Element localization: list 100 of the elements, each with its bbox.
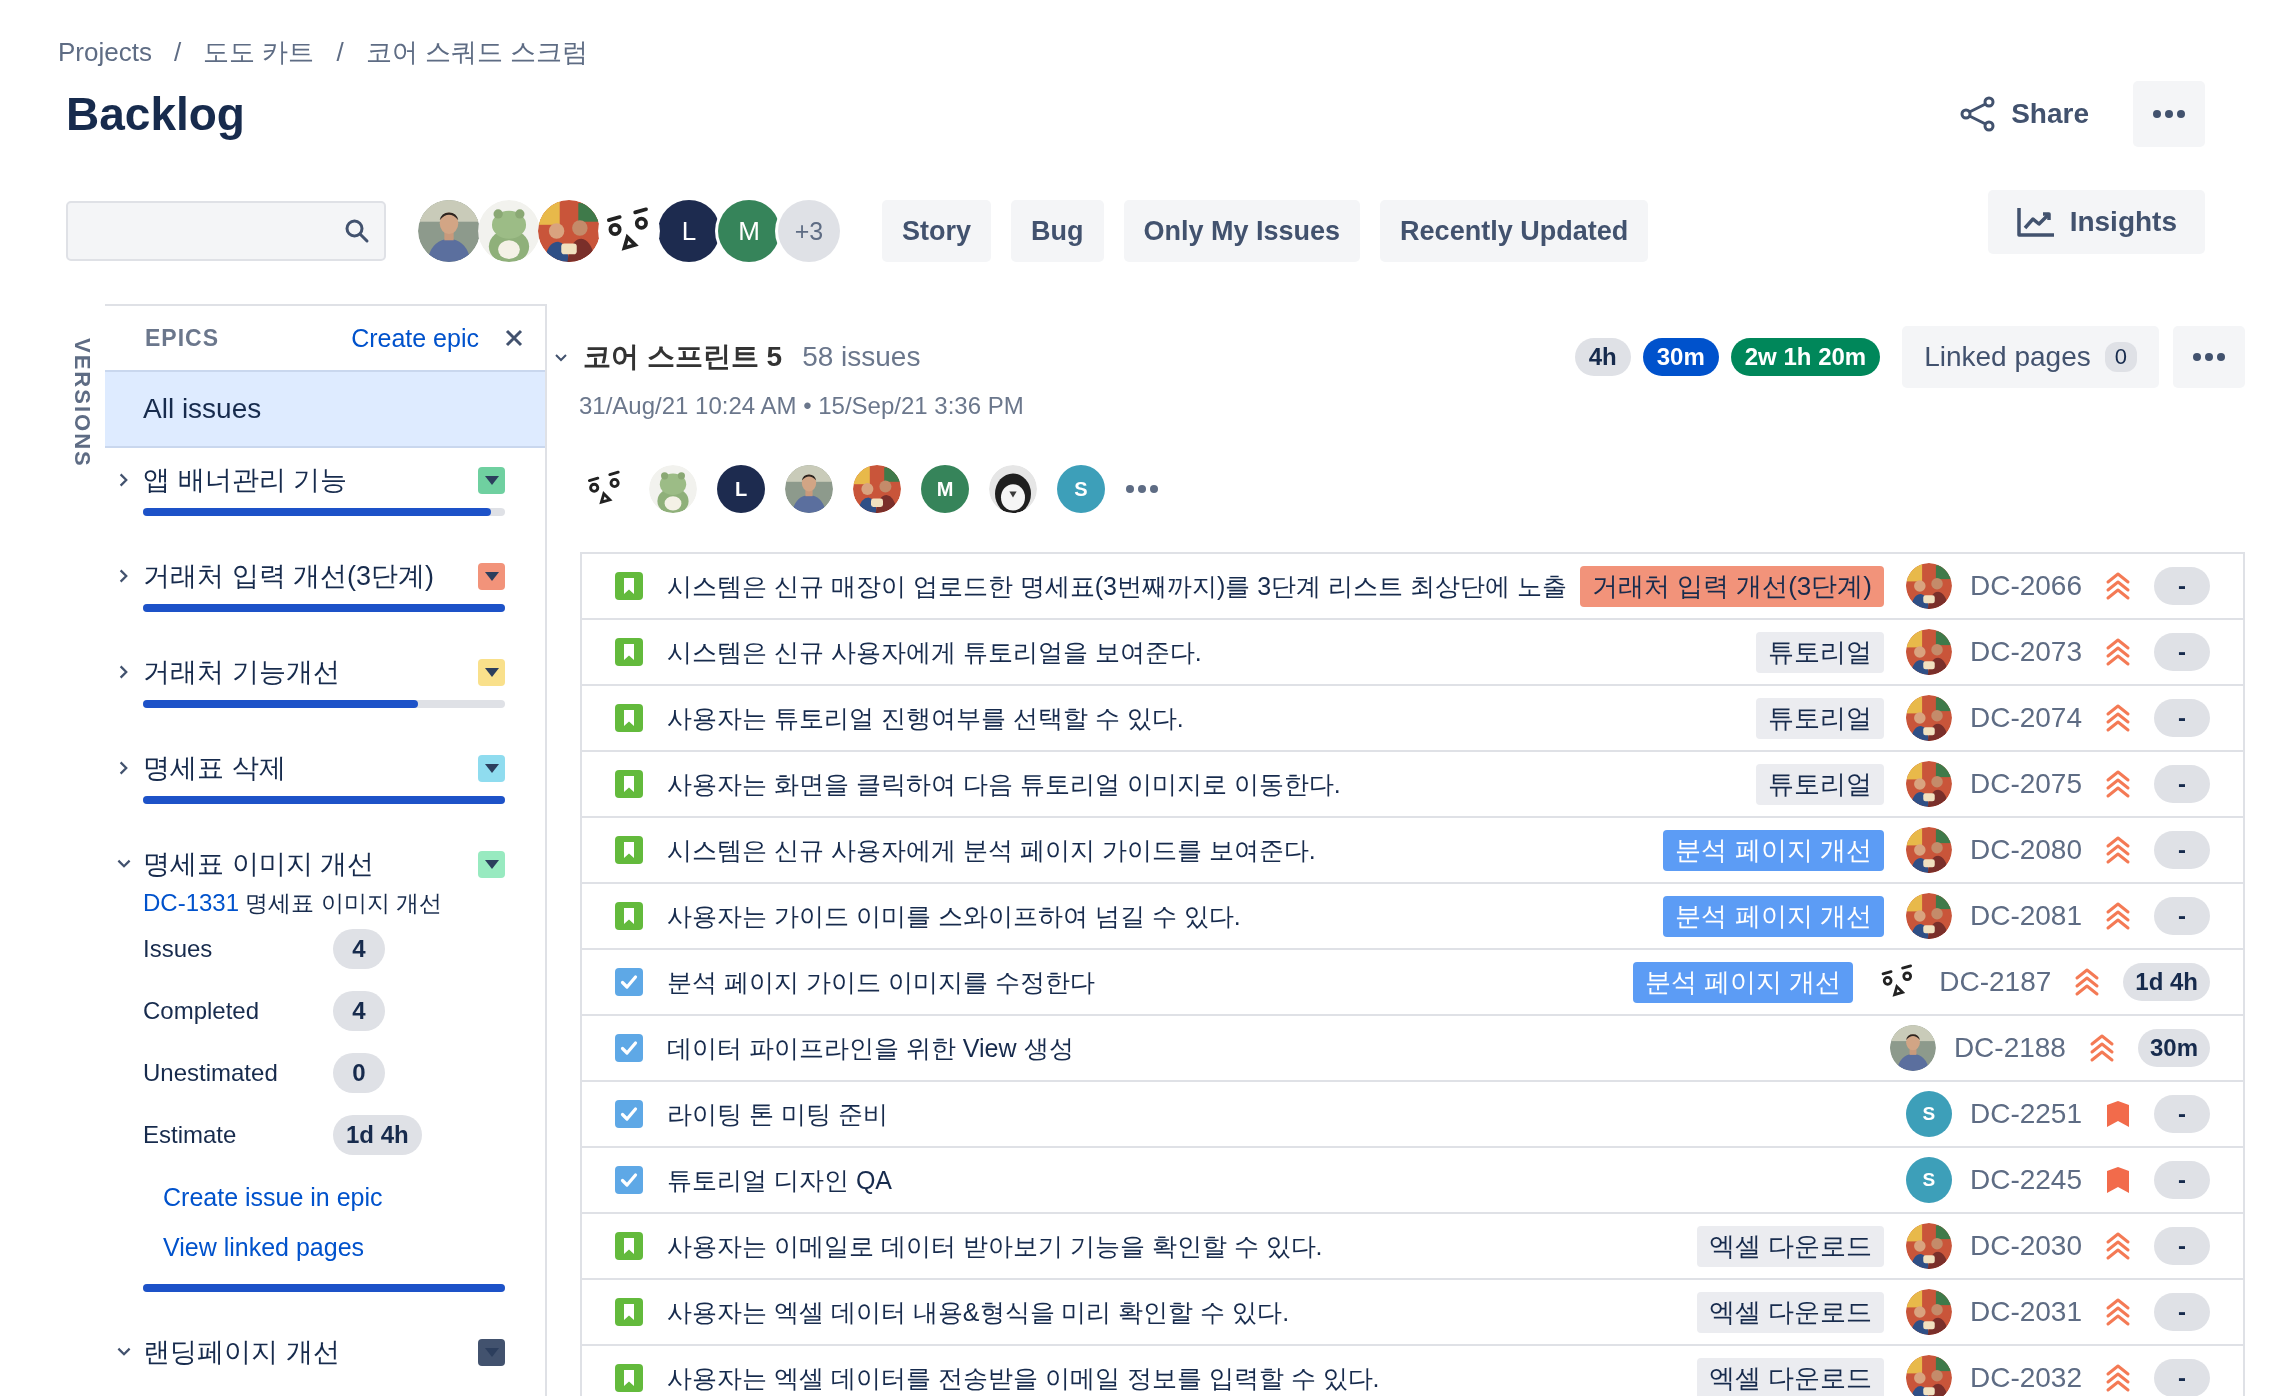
caret-icon <box>484 475 499 485</box>
issue-key[interactable]: DC-2066 <box>1969 570 2082 602</box>
estimate-badge: 2w 1h 20m <box>1730 338 1881 376</box>
issue-key[interactable]: DC-2031 <box>1969 1296 2082 1328</box>
stat-label: Issues <box>143 935 214 963</box>
issue-key[interactable]: DC-2187 <box>1939 966 2052 998</box>
linked-pages-button[interactable]: Linked pages 0 <box>1902 326 2159 388</box>
epic-label[interactable]: 튜토리얼 <box>1755 631 1884 673</box>
breadcrumb-separator: / <box>173 37 182 68</box>
avatar[interactable]: M <box>718 200 780 262</box>
caret-icon <box>484 667 499 677</box>
epic-name[interactable]: 거래처 입력 개선(3단계) <box>143 560 434 592</box>
epic-label[interactable]: 엑셀 다운로드 <box>1696 1357 1884 1396</box>
share-button[interactable]: Share <box>1949 87 2099 141</box>
issue-key[interactable]: DC-2032 <box>1969 1362 2082 1394</box>
issue-key[interactable]: DC-2081 <box>1969 900 2082 932</box>
caret-icon <box>484 571 499 581</box>
epic-label[interactable]: 튜토리얼 <box>1755 697 1884 739</box>
page-title: Backlog <box>66 87 245 141</box>
stat-label: Unestimated <box>143 1059 279 1087</box>
issue-summary[interactable]: 사용자는 화면을 클릭하여 다음 튜토리얼 이미지로 이동한다. <box>667 767 1341 801</box>
epic-key-line: DC-1331 명세표 이미지 개선 <box>143 888 444 918</box>
filter-button[interactable]: Bug <box>1011 200 1104 262</box>
issue-summary[interactable]: 라이팅 톤 미팅 준비 <box>667 1097 888 1131</box>
issue-summary[interactable]: 데이터 파이프라인을 위한 View 생성 <box>667 1031 1074 1065</box>
issue-summary[interactable]: 사용자는 튜토리얼 진행여부를 선택할 수 있다. <box>667 701 1184 735</box>
close-icon[interactable] <box>505 329 523 347</box>
issue-summary[interactable]: 시스템은 신규 매장이 업로드한 명세표(3번째까지)를 3단계 리스트 최상단에 노출 <box>667 569 1568 603</box>
avatar[interactable]: L <box>658 200 720 262</box>
more-icon <box>1125 484 1159 494</box>
epic-name[interactable]: 명세표 삭제 <box>143 752 286 784</box>
issue-key[interactable]: DC-2080 <box>1969 834 2082 866</box>
breadcrumb-separator: / <box>336 37 344 68</box>
issue-summary[interactable]: 사용자는 엑셀 데이터를 전송받을 이메일 정보를 입력할 수 있다. <box>667 1361 1380 1395</box>
filter-button[interactable]: Story <box>882 200 992 262</box>
avatar[interactable]: M <box>921 465 969 513</box>
breadcrumb-link[interactable]: 코어 스쿼드 스크럼 <box>365 35 589 70</box>
epic-link[interactable]: View linked pages <box>163 1222 505 1272</box>
epic-label[interactable]: 엑셀 다운로드 <box>1696 1225 1884 1267</box>
issue-summary[interactable]: 사용자는 이메일로 데이터 받아보기 기능을 확인할 수 있다. <box>667 1229 1323 1263</box>
panel-heading: EPICS <box>145 324 220 352</box>
estimate-badge: - <box>2154 1161 2210 1199</box>
caret-icon <box>484 763 499 773</box>
issue-summary[interactable]: 튜토리얼 디자인 QA <box>667 1163 892 1197</box>
all-issues-item[interactable]: All issues <box>105 370 545 448</box>
epic-color-dropdown[interactable] <box>478 562 505 590</box>
more-icon <box>2192 352 2226 362</box>
estimate-badge: - <box>2154 1227 2210 1265</box>
more-avatars-count[interactable]: +3 <box>778 200 840 262</box>
estimate-badge: - <box>2154 567 2210 605</box>
epic-label[interactable]: 엑셀 다운로드 <box>1696 1291 1884 1333</box>
estimate-badge: - <box>2154 765 2210 803</box>
stat-label: Completed <box>143 997 261 1025</box>
epic-color-dropdown[interactable] <box>478 754 505 782</box>
epic-name[interactable]: 랜딩페이지 개선 <box>143 1336 340 1368</box>
issue-key[interactable]: DC-2245 <box>1969 1164 2082 1196</box>
estimate-badge: - <box>2154 831 2210 869</box>
breadcrumb-link[interactable]: Projects <box>58 37 152 68</box>
issue-key[interactable]: DC-2251 <box>1969 1098 2082 1130</box>
issue-summary[interactable]: 사용자는 엑셀 데이터 내용&형식을 미리 확인할 수 있다. <box>667 1295 1290 1329</box>
filter-button[interactable]: Recently Updated <box>1380 200 1649 262</box>
issue-summary[interactable]: 분석 페이지 가이드 이미지를 수정한다 <box>667 965 1095 999</box>
issue-key[interactable]: DC-2030 <box>1969 1230 2082 1262</box>
search-icon <box>344 218 370 244</box>
epic-color-dropdown[interactable] <box>478 466 505 494</box>
issue-key-link[interactable]: DC-1331 <box>143 889 240 916</box>
issue-summary[interactable]: 사용자는 가이드 이미를 스와이프하여 넘길 수 있다. <box>667 899 1241 933</box>
epic-name[interactable]: 앱 배너관리 기능 <box>143 464 347 496</box>
issue-key[interactable]: DC-2074 <box>1969 702 2082 734</box>
versions-tab[interactable]: VERSIONS <box>68 338 95 468</box>
issue-summary[interactable]: 시스템은 신규 사용자에게 분석 페이지 가이드를 보여준다. <box>667 833 1316 867</box>
epic-name[interactable]: 명세표 이미지 개선 <box>143 848 374 880</box>
epic-color-dropdown[interactable] <box>478 850 505 878</box>
estimate-badge: - <box>2154 1359 2210 1396</box>
stat-label: Estimate <box>143 1121 238 1149</box>
avatar[interactable]: L <box>717 465 765 513</box>
chart-icon <box>2015 206 2056 238</box>
epic-color-dropdown[interactable] <box>478 658 505 686</box>
breadcrumb-link[interactable]: 도도 카트 <box>203 35 315 70</box>
estimate-badge: - <box>2154 1293 2210 1331</box>
more-button[interactable] <box>2133 81 2205 147</box>
issue-summary[interactable]: 시스템은 신규 사용자에게 튜토리얼을 보여준다. <box>667 635 1202 669</box>
estimate-badge: - <box>2154 1095 2210 1133</box>
filter-button[interactable]: Only My Issues <box>1123 200 1361 262</box>
issue-key[interactable]: DC-2075 <box>1969 768 2082 800</box>
epic-name[interactable]: 거래처 기능개선 <box>143 656 340 688</box>
epic-link[interactable]: Create issue in epic <box>163 1172 505 1222</box>
more-button[interactable] <box>2173 326 2245 388</box>
estimate-badge: 30m <box>2137 1029 2210 1067</box>
insights-button[interactable]: Insights <box>1987 190 2205 254</box>
issue-key[interactable]: DC-2188 <box>1953 1032 2066 1064</box>
estimate-badge: 4h <box>1574 338 1631 376</box>
issue-key[interactable]: DC-2073 <box>1969 636 2082 668</box>
search-field[interactable] <box>66 201 386 261</box>
epic-label[interactable]: 튜토리얼 <box>1755 763 1884 805</box>
stat-count: 4 <box>333 991 385 1031</box>
stat-count: 0 <box>333 1053 385 1093</box>
epic-color-dropdown[interactable] <box>478 1338 505 1366</box>
create-epic-link[interactable]: Create epic <box>351 323 479 353</box>
epic-label[interactable]: 거래처 입력 개선(3단계) <box>1579 565 1884 607</box>
